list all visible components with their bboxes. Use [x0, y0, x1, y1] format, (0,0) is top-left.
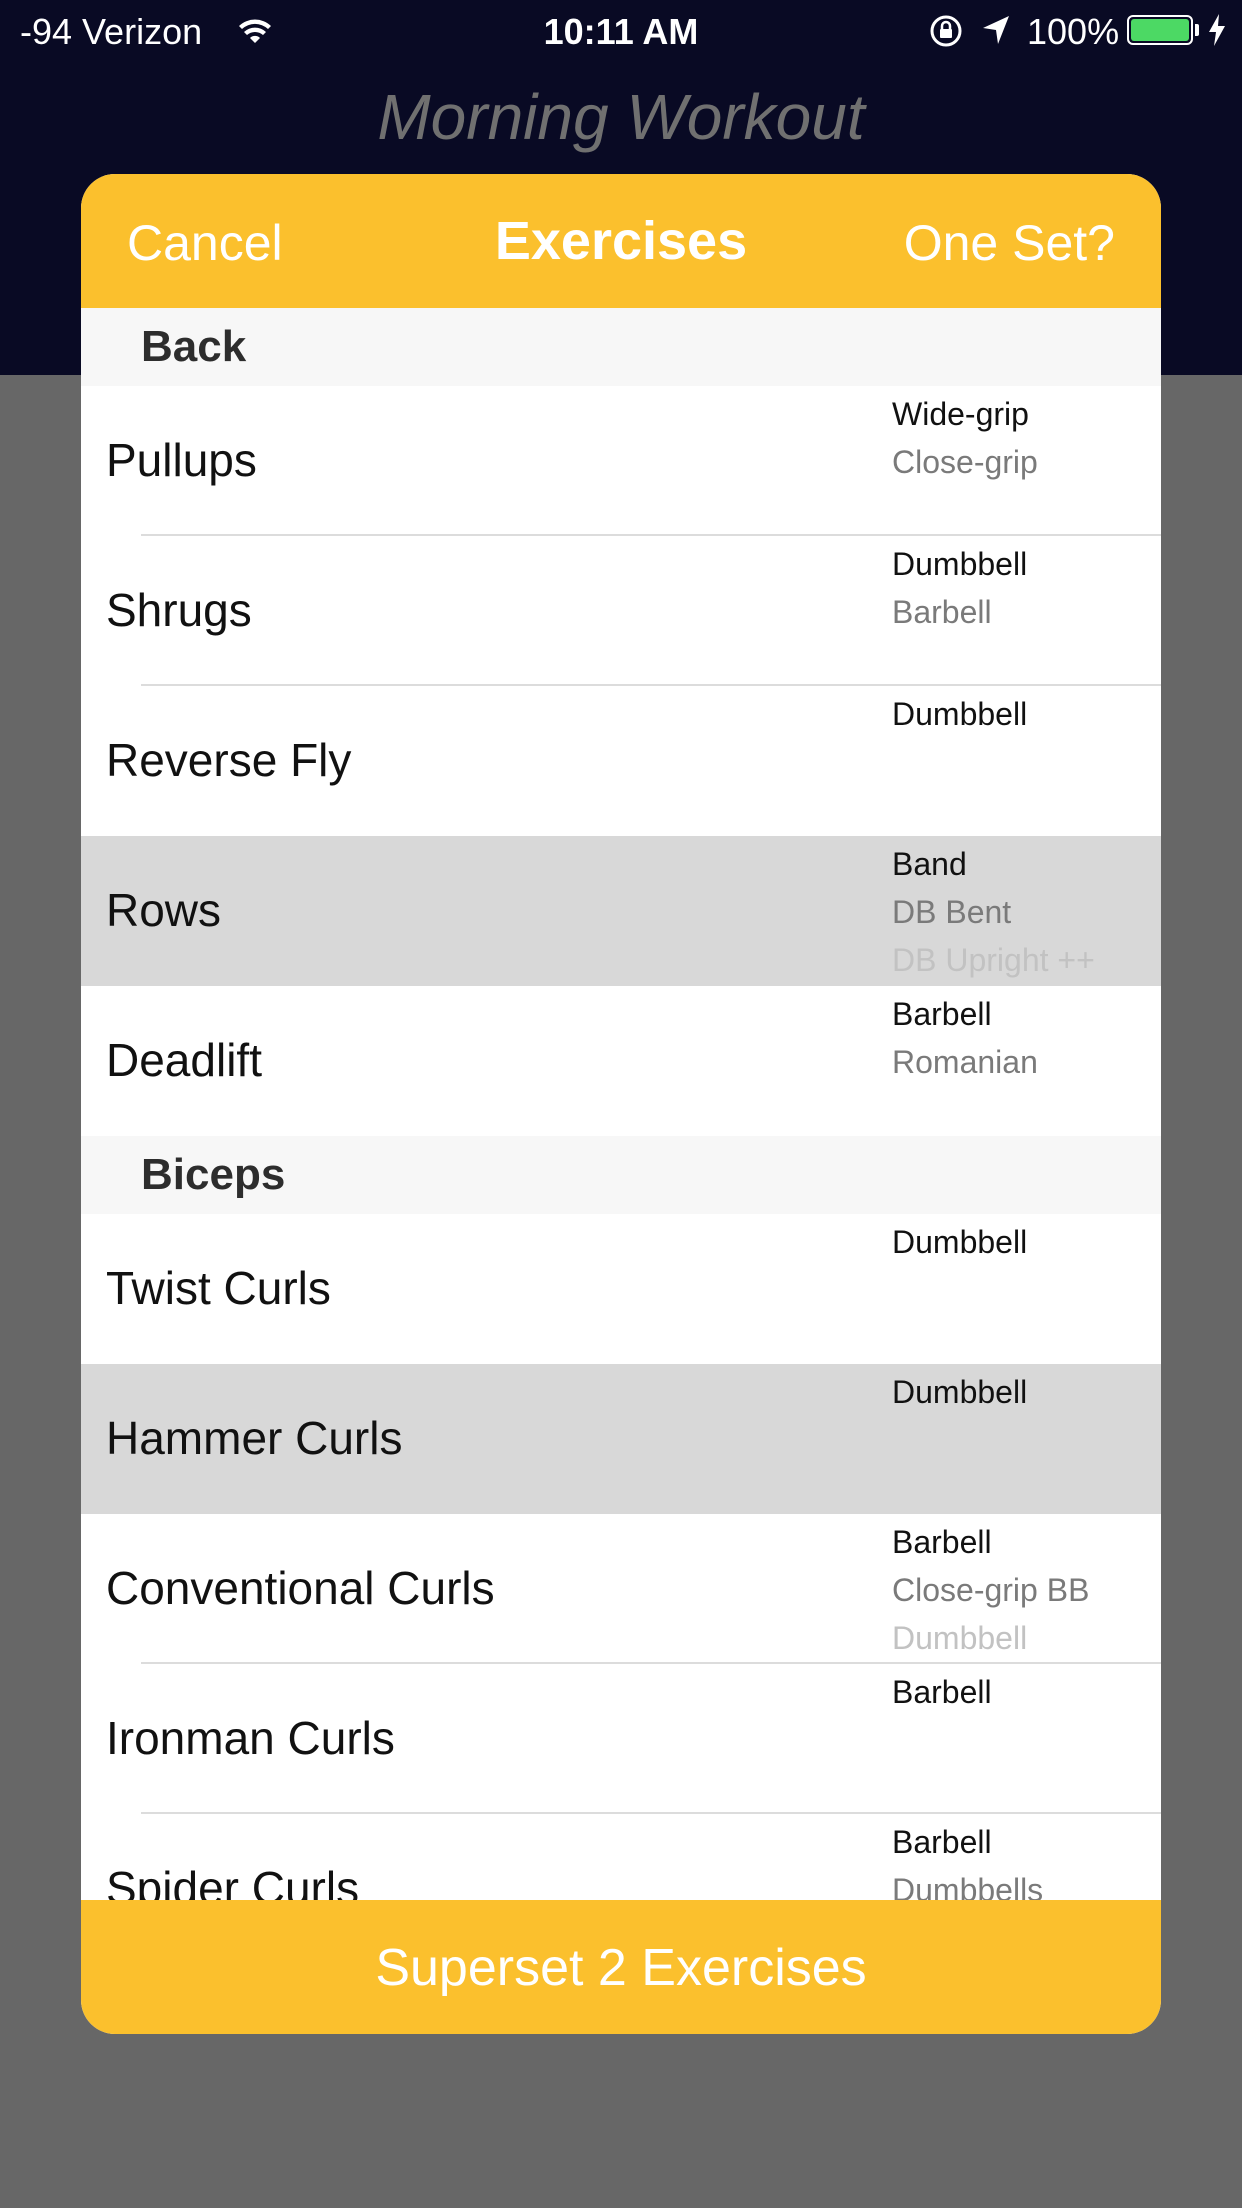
variant-option[interactable]: Dumbbell	[892, 1218, 1027, 1266]
variant-option[interactable]: DB Upright ++	[892, 936, 1095, 984]
exercise-name: Ironman Curls	[106, 1712, 395, 1764]
exercise-name: Hammer Curls	[106, 1412, 403, 1464]
variant-option[interactable]: Barbell	[892, 1668, 992, 1716]
variant-picker[interactable]: Barbell Close-grip BB Dumbbell	[892, 1518, 1089, 1662]
exercise-row[interactable]: Spider Curls Barbell Dumbbells	[81, 1814, 1161, 1900]
exercise-name: Shrugs	[106, 584, 252, 636]
variant-picker[interactable]: Dumbbell	[892, 1368, 1027, 1416]
battery-icon	[1127, 15, 1193, 45]
variant-picker[interactable]: Dumbbell	[892, 1218, 1027, 1266]
variant-option[interactable]: Barbell	[892, 1518, 1089, 1566]
superset-button-label: Superset 2 Exercises	[375, 1939, 867, 1997]
exercise-row[interactable]: Conventional Curls Barbell Close-grip BB Du…	[81, 1514, 1161, 1664]
variant-picker[interactable]: Dumbbell	[892, 690, 1027, 738]
variant-option[interactable]: Barbell	[892, 588, 1027, 636]
battery-tip	[1195, 24, 1199, 36]
exercise-name: Pullups	[106, 434, 257, 486]
variant-picker[interactable]: Barbell Dumbbells	[892, 1818, 1043, 1900]
exercise-row[interactable]: Pullups Wide-grip Close-grip	[81, 386, 1161, 536]
exercise-row[interactable]: Hammer Curls Dumbbell	[81, 1364, 1161, 1514]
battery-percent: 100%	[1027, 11, 1120, 52]
exercise-name: Rows	[106, 884, 222, 936]
variant-option[interactable]: Romanian	[892, 1038, 1038, 1086]
exercise-row[interactable]: Twist Curls Dumbbell	[81, 1214, 1161, 1364]
variant-option[interactable]: Dumbbell	[892, 690, 1027, 738]
section-header-0: Back	[81, 308, 1161, 386]
exercise-name: Conventional Curls	[106, 1562, 495, 1614]
exercise-name: Deadlift	[106, 1034, 262, 1086]
variant-option[interactable]: Wide-grip	[892, 390, 1038, 438]
exercise-row[interactable]: Shrugs Dumbbell Barbell	[81, 536, 1161, 686]
section-label: Back	[141, 322, 247, 371]
variant-picker[interactable]: Dumbbell Barbell	[892, 540, 1027, 636]
variant-option[interactable]: DB Bent	[892, 888, 1095, 936]
exercise-row[interactable]: Reverse Fly Dumbbell	[81, 686, 1161, 836]
exercise-name: Spider Curls	[106, 1862, 360, 1900]
exercise-row[interactable]: Rows Band DB Bent DB Upright ++	[81, 836, 1161, 986]
location-arrow-icon	[980, 13, 1012, 56]
variant-option[interactable]: Dumbbells	[892, 1866, 1043, 1900]
variant-picker[interactable]: Band DB Bent DB Upright ++	[892, 840, 1095, 984]
variant-option[interactable]: Dumbbell	[892, 1614, 1089, 1662]
one-set-button[interactable]: One Set?	[904, 214, 1115, 272]
status-bar: -94 Verizon 10:11 AM 100%	[0, 0, 1242, 62]
battery-level	[1131, 19, 1189, 41]
variant-picker[interactable]: Barbell	[892, 1668, 992, 1716]
exercise-row[interactable]: Ironman Curls Barbell	[81, 1664, 1161, 1814]
charging-bolt-icon	[1207, 12, 1227, 57]
section-header-1: Biceps	[81, 1136, 1161, 1214]
exercise-name: Reverse Fly	[106, 734, 352, 786]
variant-picker[interactable]: Barbell Romanian	[892, 990, 1038, 1086]
modal-header: Cancel Exercises One Set?	[81, 174, 1161, 308]
variant-option[interactable]: Dumbbell	[892, 1368, 1027, 1416]
exercise-picker-modal: Cancel Exercises One Set? Back Pullups Wid…	[81, 174, 1161, 2034]
variant-option[interactable]: Close-grip BB	[892, 1566, 1089, 1614]
variant-option[interactable]: Dumbbell	[892, 540, 1027, 588]
variant-option[interactable]: Barbell	[892, 990, 1038, 1038]
variant-option[interactable]: Band	[892, 840, 1095, 888]
workout-title: Morning Workout	[377, 81, 865, 153]
section-label: Biceps	[141, 1150, 286, 1199]
variant-picker[interactable]: Wide-grip Close-grip	[892, 390, 1038, 486]
superset-button[interactable]: Superset 2 Exercises	[81, 1900, 1161, 2034]
variant-option[interactable]: Barbell	[892, 1818, 1043, 1866]
variant-option[interactable]: Close-grip	[892, 438, 1038, 486]
rotation-lock-icon	[928, 13, 964, 58]
exercise-name: Twist Curls	[106, 1262, 331, 1314]
exercise-list[interactable]: Back Pullups Wide-grip Close-grip Shrugs Dumb…	[81, 308, 1161, 1900]
exercise-row[interactable]: Deadlift Barbell Romanian	[81, 986, 1161, 1136]
